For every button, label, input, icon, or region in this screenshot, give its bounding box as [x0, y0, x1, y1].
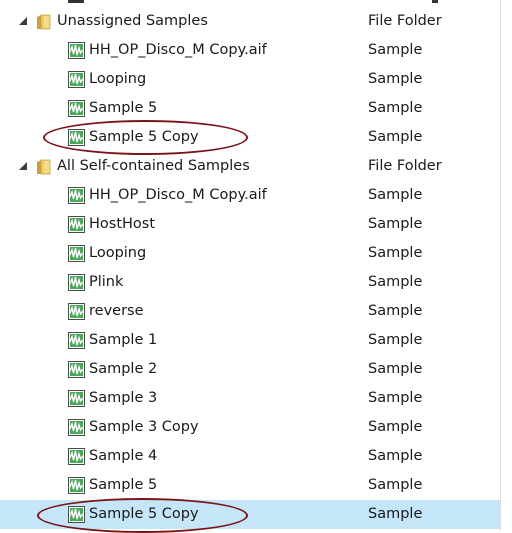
audio-sample-icon [68, 477, 85, 494]
audio-sample-icon [68, 42, 85, 59]
sample-tree-view[interactable]: Unassigned Samples File Folder HH_OP_Dis… [0, 0, 501, 531]
type-cell: File Folder [368, 13, 442, 29]
expanded-arrow-icon[interactable] [19, 17, 27, 25]
sample-name: Looping [89, 71, 147, 87]
type-cell: Sample [368, 303, 423, 319]
audio-sample-icon [68, 448, 85, 465]
expanded-arrow-icon[interactable] [19, 162, 27, 170]
type-cell: File Folder [368, 158, 442, 174]
sample-name: Sample 4 [89, 448, 158, 464]
sample-row[interactable]: Sample 4 Sample [0, 442, 500, 471]
sample-name: Sample 3 Copy [89, 419, 199, 435]
sample-name: Sample 5 Copy [89, 506, 199, 522]
audio-sample-icon [68, 419, 85, 436]
type-cell: Sample [368, 419, 423, 435]
type-cell: Sample [368, 361, 423, 377]
sample-row[interactable]: Plink Sample [0, 268, 500, 297]
audio-sample-icon [68, 506, 85, 523]
type-cell: Sample [368, 245, 423, 261]
sample-row[interactable]: HH_OP_Disco_M Copy.aif Sample [0, 181, 500, 210]
type-cell: Sample [368, 274, 423, 290]
sample-row[interactable]: Sample 2 Sample [0, 355, 500, 384]
audio-sample-icon [68, 187, 85, 204]
audio-sample-icon [68, 274, 85, 291]
folder-icon [37, 159, 51, 175]
clipped-row-fragment-type [432, 0, 438, 3]
folder-label: All Self-contained Samples [57, 158, 250, 174]
audio-sample-icon [68, 303, 85, 320]
type-cell: Sample [368, 187, 423, 203]
audio-sample-icon [68, 129, 85, 146]
type-cell: Sample [368, 100, 423, 116]
sample-name: Plink [89, 274, 124, 290]
sample-name: reverse [89, 303, 144, 319]
audio-sample-icon [68, 100, 85, 117]
audio-sample-icon [68, 71, 85, 88]
sample-name: Sample 5 [89, 100, 158, 116]
sample-row[interactable]: Sample 5 Sample [0, 471, 500, 500]
sample-row[interactable]: Sample 5 Copy Sample [0, 123, 500, 152]
sample-row[interactable]: Looping Sample [0, 239, 500, 268]
sample-row[interactable]: Looping Sample [0, 65, 500, 94]
type-cell: Sample [368, 332, 423, 348]
sample-row[interactable]: Sample 3 Copy Sample [0, 413, 500, 442]
sample-row[interactable]: Sample 1 Sample [0, 326, 500, 355]
type-cell: Sample [368, 71, 423, 87]
sample-name: HH_OP_Disco_M Copy.aif [89, 187, 267, 203]
sample-row[interactable]: HH_OP_Disco_M Copy.aif Sample [0, 36, 500, 65]
sample-row[interactable]: Sample 3 Sample [0, 384, 500, 413]
audio-sample-icon [68, 245, 85, 262]
sample-name: Sample 3 [89, 390, 158, 406]
sample-name: Sample 5 Copy [89, 129, 199, 145]
sample-name: Sample 2 [89, 361, 158, 377]
audio-sample-icon [68, 390, 85, 407]
folder-label: Unassigned Samples [57, 13, 208, 29]
folder-row-unassigned-samples[interactable]: Unassigned Samples File Folder [0, 7, 500, 36]
sample-row[interactable]: reverse Sample [0, 297, 500, 326]
type-cell: Sample [368, 448, 423, 464]
folder-row-all-self-contained-samples[interactable]: All Self-contained Samples File Folder [0, 152, 500, 181]
type-cell: Sample [368, 42, 423, 58]
sample-name: Sample 1 [89, 332, 158, 348]
sample-row[interactable]: Sample 5 Sample [0, 94, 500, 123]
audio-sample-icon [68, 361, 85, 378]
sample-name: HostHost [89, 216, 156, 232]
sample-name: Looping [89, 245, 147, 261]
sample-name: HH_OP_Disco_M Copy.aif [89, 42, 267, 58]
audio-sample-icon [68, 216, 85, 233]
audio-sample-icon [68, 332, 85, 349]
type-cell: Sample [368, 216, 423, 232]
clipped-row-fragment [68, 0, 84, 3]
type-cell: Sample [368, 506, 423, 522]
sample-row-selected[interactable]: Sample 5 Copy Sample [0, 500, 500, 529]
type-cell: Sample [368, 129, 423, 145]
sample-name: Sample 5 [89, 477, 158, 493]
type-cell: Sample [368, 390, 423, 406]
type-cell: Sample [368, 477, 423, 493]
sample-row[interactable]: HostHost Sample [0, 210, 500, 239]
folder-icon [37, 14, 51, 30]
